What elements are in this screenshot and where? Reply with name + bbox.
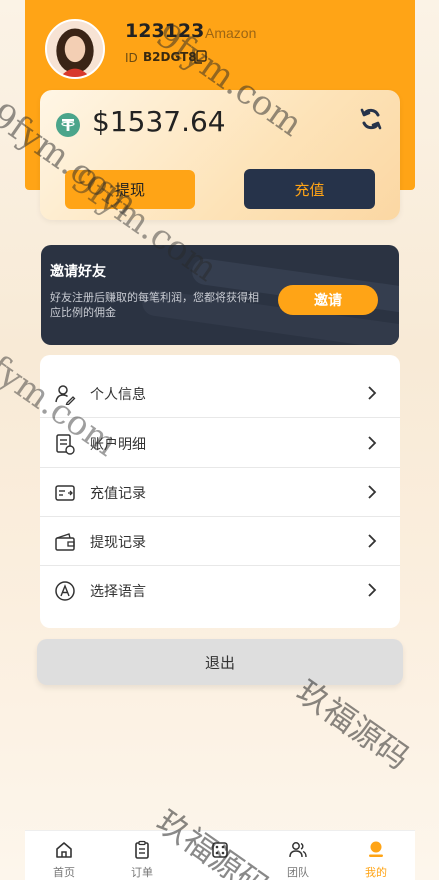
tab-label: 团队 [287,866,309,879]
usdt-icon [56,113,80,137]
language-icon [55,581,75,601]
withdraw-button[interactable]: 提现 [65,170,195,209]
tab-label: 订单 [131,866,153,879]
menu-item-withdraw-records[interactable]: 提现记录 [40,517,400,566]
chevron-right-icon [368,534,377,548]
menu-item-label: 选择语言 [90,584,146,600]
logout-button[interactable]: 退出 [37,639,403,685]
invite-button[interactable]: 邀请 [278,285,378,315]
tab-mine[interactable]: 我的 [337,831,415,880]
wallet-icon [55,533,75,551]
profile-icon [369,841,383,857]
id-label: ID [125,51,138,65]
menu-item-profile-info[interactable]: 个人信息 [40,369,400,418]
menu-item-account-details[interactable]: 账户明细 [40,419,400,468]
chevron-right-icon [368,485,377,499]
tab-home[interactable]: 首页 [25,831,103,880]
username: 123123 [125,20,205,42]
balance-amount: $1537.64 [92,105,226,138]
home-icon [56,842,72,858]
refresh-icon[interactable] [358,106,384,132]
chevron-right-icon [368,386,377,400]
recharge-button[interactable]: 充值 [244,169,375,209]
menu-item-label: 充值记录 [90,486,146,502]
menu-item-recharge-records[interactable]: 充值记录 [40,468,400,517]
card-icon [55,485,75,501]
bottom-tab-bar: 首页 订单 团队 我的 [25,830,415,880]
clipboard-icon [135,840,149,859]
tab-label: 我的 [365,866,387,879]
dice-icon [212,842,228,858]
menu-item-select-language[interactable]: 选择语言 [40,566,400,615]
tab-label: 首页 [53,866,75,879]
invite-description: 好友注册后赚取的每笔利润，您都将获得相应比例的佣金 [50,291,259,319]
tab-orders[interactable]: 订单 [103,831,181,880]
copy-icon[interactable] [193,50,207,64]
team-icon [289,842,307,858]
menu-item-label: 个人信息 [90,387,146,403]
avatar[interactable] [45,19,105,79]
menu-item-label: 账户明细 [90,437,146,453]
tab-game[interactable] [181,831,259,880]
menu-item-label: 提现记录 [90,535,146,551]
ledger-icon [56,434,75,455]
id-value: B2DGT8 [143,50,197,64]
chevron-right-icon [368,436,377,450]
invite-title: 邀请好友 [50,264,106,280]
chevron-right-icon [368,583,377,597]
tab-team[interactable]: 团队 [259,831,337,880]
user-edit-icon [55,385,76,405]
